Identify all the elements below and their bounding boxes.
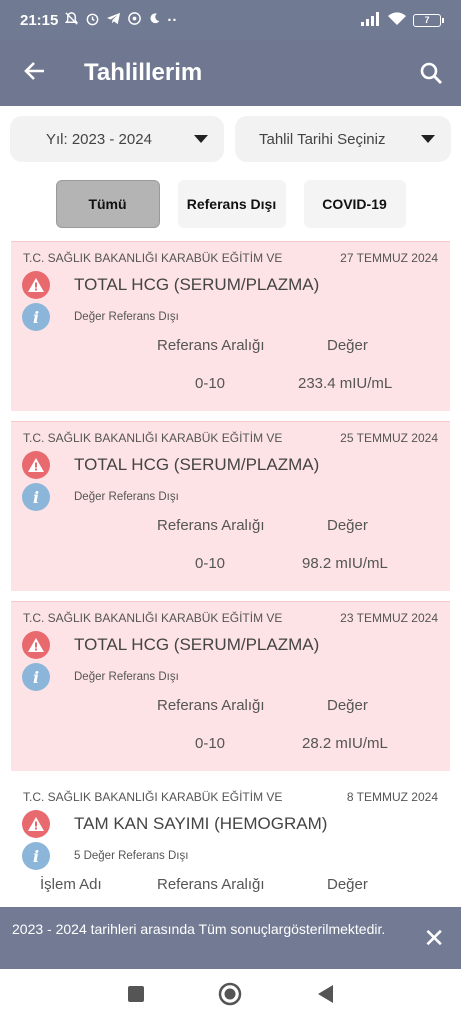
snackbar-message: 2023 - 2024 tarihleri arasında Tüm sonuç… (12, 921, 386, 937)
warning-icon (22, 631, 50, 659)
bell-off-icon (64, 11, 79, 30)
battery-icon: 7 (413, 13, 444, 27)
whatsapp-icon (127, 11, 142, 30)
caret-down-icon (194, 135, 208, 143)
result-date: 8 TEMMUZ 2024 (346, 790, 438, 804)
search-icon[interactable] (401, 61, 461, 85)
status-bar: 21:15 ·· 7 (0, 0, 461, 40)
col-value: Değer (327, 876, 368, 893)
col-value: Değer (327, 697, 368, 714)
col-reference-range: Referans Aralığı (157, 876, 265, 893)
result-value: 233.4 mIU/mL (298, 375, 393, 392)
info-icon[interactable]: i (22, 842, 50, 870)
info-icon[interactable]: i (22, 483, 50, 511)
test-name: TAM KAN SAYIMI (HEMOGRAM) (74, 814, 328, 833)
reference-range: 0-10 (195, 375, 226, 392)
clock: 21:15 (20, 11, 59, 29)
system-nav-bar (0, 969, 461, 1024)
tab-out-of-range[interactable]: Referans Dışı (177, 180, 286, 228)
col-reference-range: Referans Aralığı (157, 697, 265, 714)
signal-icon (361, 11, 381, 29)
info-icon[interactable]: i (22, 303, 50, 331)
filters: Yıl: 2023 - 2024 Tahlil Tarihi Seçiniz (10, 116, 451, 162)
institution-name: T.C. SAĞLIK BAKANLIĞI KARABÜK EĞİTİM VE (23, 431, 283, 445)
reference-range: 0-10 (195, 735, 226, 752)
battery-level: 7 (424, 15, 430, 25)
col-reference-range: Referans Aralığı (157, 337, 265, 354)
warning-icon (22, 451, 50, 479)
recents-icon[interactable] (127, 985, 145, 1008)
reference-status: Değer Referans Dışı (74, 311, 179, 323)
test-name: TOTAL HCG (SERUM/PLAZMA) (74, 455, 320, 474)
wifi-icon (387, 11, 407, 29)
app-bar: Tahlillerim (0, 40, 461, 106)
institution-name: T.C. SAĞLIK BAKANLIĞI KARABÜK EĞİTİM VE (23, 611, 283, 625)
warning-icon (22, 271, 50, 299)
col-reference-range: Referans Aralığı (157, 517, 265, 534)
test-name: TOTAL HCG (SERUM/PLAZMA) (74, 635, 320, 654)
warning-icon (22, 810, 50, 838)
result-card[interactable]: T.C. SAĞLIK BAKANLIĞI KARABÜK EĞİTİM VE … (11, 601, 450, 771)
result-card[interactable]: T.C. SAĞLIK BAKANLIĞI KARABÜK EĞİTİM VE … (11, 421, 450, 591)
institution-name: T.C. SAĞLIK BAKANLIĞI KARABÜK EĞİTİM VE (23, 251, 283, 265)
test-name: TOTAL HCG (SERUM/PLAZMA) (74, 275, 320, 294)
snackbar: 2023 - 2024 tarihleri arasında Tüm sonuç… (0, 907, 461, 969)
reference-status: Değer Referans Dışı (74, 491, 179, 503)
result-date: 25 TEMMUZ 2024 (340, 431, 438, 445)
moon-icon (148, 12, 161, 29)
reference-range: 0-10 (195, 555, 226, 572)
col-value: Değer (327, 517, 368, 534)
reference-status: Değer Referans Dışı (74, 671, 179, 683)
home-icon[interactable] (218, 982, 242, 1011)
close-icon[interactable]: ✕ (423, 925, 445, 951)
info-icon[interactable]: i (22, 663, 50, 691)
year-dropdown[interactable]: Yıl: 2023 - 2024 (10, 116, 224, 162)
telegram-icon (106, 11, 121, 30)
back-arrow-icon[interactable] (0, 57, 70, 89)
result-date: 27 TEMMUZ 2024 (340, 251, 438, 265)
date-dropdown-label: Tahlil Tarihi Seçiniz (259, 130, 386, 148)
reference-status: 5 Değer Referans Dışı (74, 850, 189, 862)
alarm-icon (85, 11, 100, 30)
year-dropdown-label: Yıl: 2023 - 2024 (46, 130, 152, 148)
more-dots-icon: ·· (167, 11, 178, 29)
col-test-name: İşlem Adı (40, 876, 102, 893)
caret-down-icon (421, 135, 435, 143)
result-value: 28.2 mIU/mL (302, 735, 388, 752)
result-value: 98.2 mIU/mL (302, 555, 388, 572)
col-value: Değer (327, 337, 368, 354)
filter-tabs: Tümü Referans Dışı COVID-19 (0, 180, 461, 228)
tab-all[interactable]: Tümü (55, 180, 160, 228)
page-title: Tahlillerim (84, 59, 203, 86)
result-card[interactable]: T.C. SAĞLIK BAKANLIĞI KARABÜK EĞİTİM VE … (11, 781, 450, 907)
result-date: 23 TEMMUZ 2024 (340, 611, 438, 625)
institution-name: T.C. SAĞLIK BAKANLIĞI KARABÜK EĞİTİM VE (23, 790, 283, 804)
tab-covid[interactable]: COVID-19 (303, 180, 406, 228)
result-card[interactable]: T.C. SAĞLIK BAKANLIĞI KARABÜK EĞİTİM VE … (11, 241, 450, 411)
date-dropdown[interactable]: Tahlil Tarihi Seçiniz (235, 116, 451, 162)
back-triangle-icon[interactable] (316, 984, 334, 1009)
